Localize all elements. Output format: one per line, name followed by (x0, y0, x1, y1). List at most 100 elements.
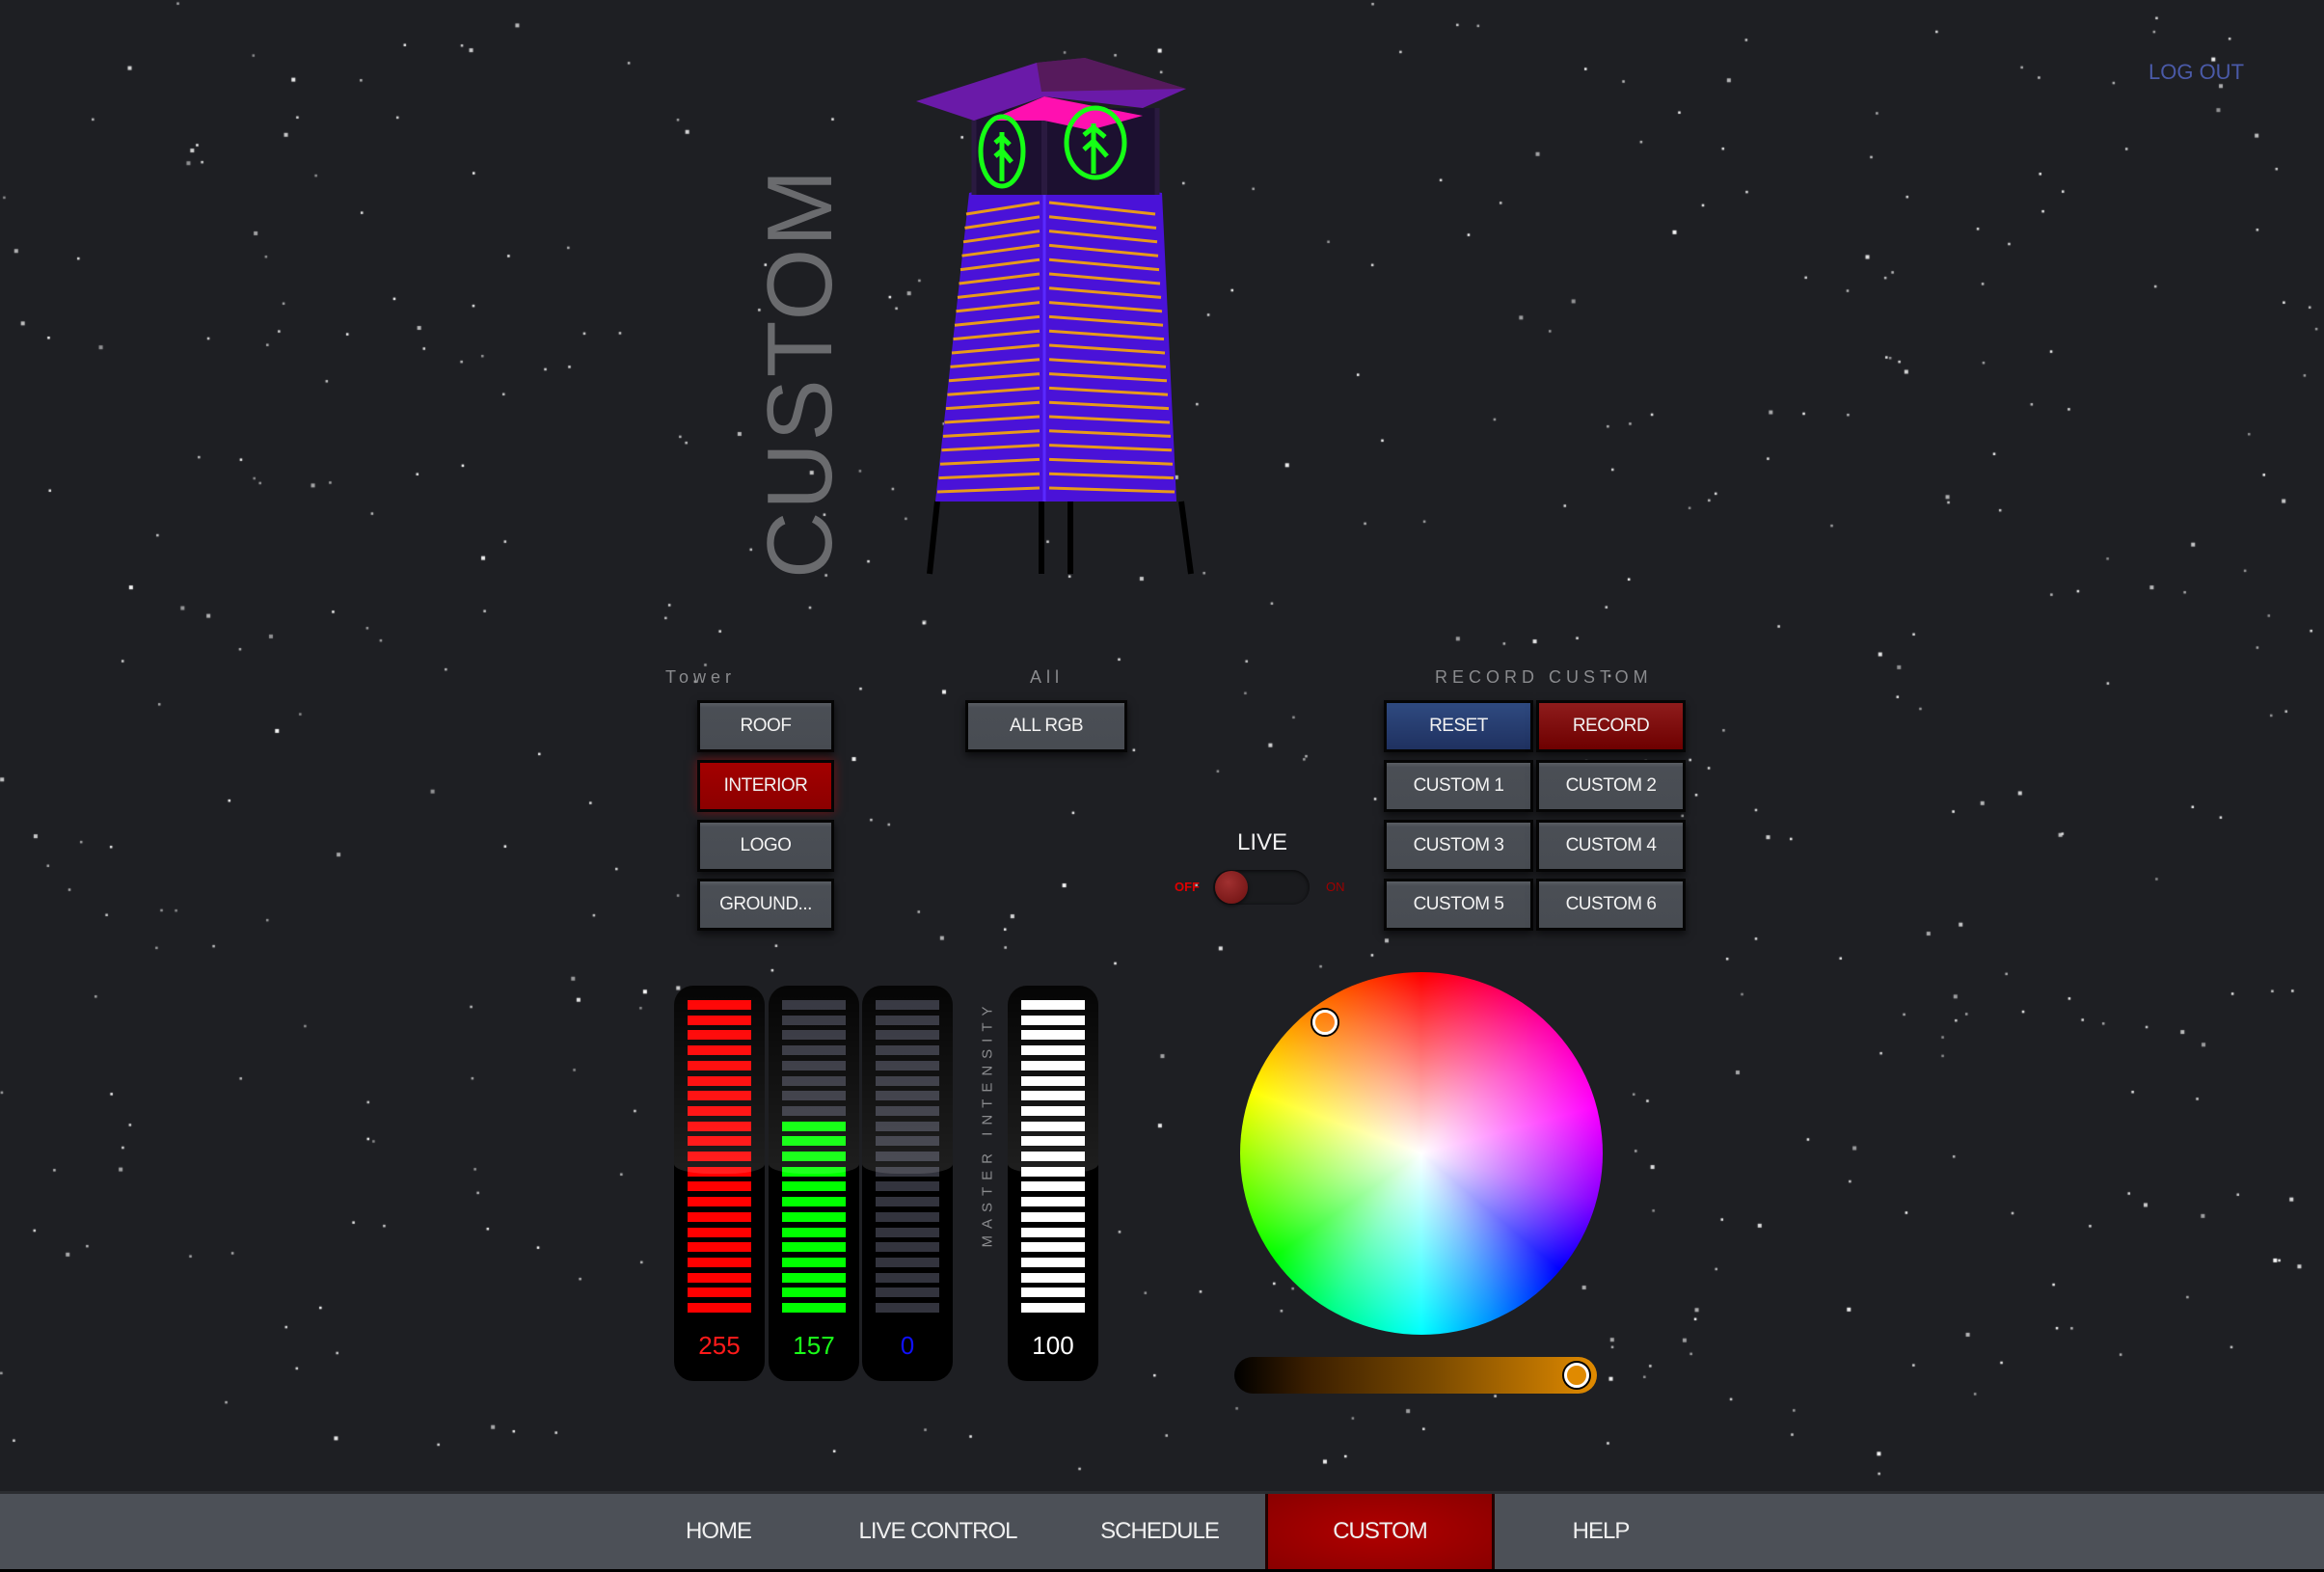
reset-button[interactable]: RESET (1384, 700, 1533, 752)
nav-schedule[interactable]: SCHEDULE (1080, 1494, 1239, 1569)
color-wheel-handle[interactable] (1312, 1010, 1338, 1035)
slider-segment (1021, 1105, 1085, 1116)
live-toggle-knob[interactable] (1215, 871, 1248, 904)
tower-legs (927, 501, 1194, 575)
green-value: 157 (793, 1331, 835, 1360)
green-slider[interactable]: 157 (769, 986, 859, 1381)
custom-1-button[interactable]: CUSTOM 1 (1384, 760, 1533, 812)
slider-segment (782, 1136, 846, 1147)
interior-button[interactable]: INTERIOR (697, 760, 834, 812)
slider-segment (876, 1272, 939, 1283)
slider-segment (782, 1030, 846, 1041)
custom-6-button[interactable]: CUSTOM 6 (1536, 879, 1686, 931)
slider-segment (876, 1091, 939, 1101)
page-title: CUSTOM (748, 167, 851, 579)
brightness-slider[interactable] (1234, 1357, 1597, 1394)
slider-segment (782, 1242, 846, 1253)
slider-segment (782, 1197, 846, 1207)
custom-3-button[interactable]: CUSTOM 3 (1384, 820, 1533, 872)
slider-segment (876, 1000, 939, 1010)
slider-segment (782, 1105, 846, 1116)
slider-segment (688, 1181, 751, 1192)
slider-segment (876, 1181, 939, 1192)
custom-5-button[interactable]: CUSTOM 5 (1384, 879, 1533, 931)
slider-segment (1021, 1287, 1085, 1298)
color-wheel[interactable] (1240, 972, 1603, 1335)
slider-segment (876, 1045, 939, 1056)
slider-segment (1021, 1030, 1085, 1041)
slider-segment (876, 1152, 939, 1161)
custom-4-button[interactable]: CUSTOM 4 (1536, 820, 1686, 872)
slider-segment (876, 1303, 939, 1313)
slider-segment (688, 1136, 751, 1147)
slider-segment (688, 1091, 751, 1101)
bottom-nav: HOME LIVE CONTROL SCHEDULE CUSTOM HELP (0, 1491, 2324, 1572)
slider-segment (688, 1287, 751, 1298)
slider-segment (688, 1242, 751, 1253)
slider-segment (1021, 1121, 1085, 1131)
slider-segment (876, 1105, 939, 1116)
nav-custom[interactable]: CUSTOM (1265, 1494, 1495, 1569)
record-custom-label: RECORD CUSTOM (1435, 667, 1653, 687)
logout-link[interactable]: LOG OUT (2148, 60, 2244, 85)
slider-segment (782, 1000, 846, 1010)
slider-segment (688, 1075, 751, 1086)
slider-segment (1021, 1272, 1085, 1283)
ground-button[interactable]: GROUND... (697, 879, 834, 931)
slider-segment (1021, 1181, 1085, 1192)
slider-segment (688, 1197, 751, 1207)
slider-segment (782, 1152, 846, 1161)
slider-segment (876, 1257, 939, 1267)
slider-segment (1021, 1060, 1085, 1071)
slider-segment (688, 1152, 751, 1161)
slider-segment (1021, 1152, 1085, 1161)
slider-segment (688, 1105, 751, 1116)
tower-illustration (916, 58, 1194, 575)
slider-segment (688, 1045, 751, 1056)
custom-2-button[interactable]: CUSTOM 2 (1536, 760, 1686, 812)
nav-home[interactable]: HOME (646, 1494, 791, 1569)
slider-segment (1021, 1211, 1085, 1222)
slider-segment (876, 1242, 939, 1253)
slider-segment (876, 1015, 939, 1025)
all-group-label: All (1030, 667, 1065, 687)
slider-segment (782, 1015, 846, 1025)
slider-segment (876, 1227, 939, 1237)
master-intensity-label: MASTER INTENSITY (979, 999, 996, 1248)
slider-segment (782, 1060, 846, 1071)
slider-segment (782, 1287, 846, 1298)
nav-live-control[interactable]: LIVE CONTROL (839, 1494, 1037, 1569)
slider-segment (876, 1166, 939, 1177)
slider-segment (782, 1045, 846, 1056)
master-value: 100 (1032, 1331, 1074, 1360)
slider-segment (1021, 1257, 1085, 1267)
slider-segment (1021, 1136, 1085, 1147)
slider-segment (782, 1211, 846, 1222)
master-intensity-slider[interactable]: 100 (1008, 986, 1098, 1381)
red-slider[interactable]: 255 (674, 986, 765, 1381)
live-label: LIVE (1237, 829, 1288, 855)
slider-segment (1021, 1242, 1085, 1253)
logo-button[interactable]: LOGO (697, 820, 834, 872)
all-rgb-button[interactable]: ALL RGB (965, 700, 1127, 752)
slider-segment (1021, 1227, 1085, 1237)
nav-help[interactable]: HELP (1524, 1494, 1678, 1569)
slider-segment (1021, 1303, 1085, 1313)
slider-segment (876, 1287, 939, 1298)
slider-segment (782, 1121, 846, 1131)
slider-segment (688, 1227, 751, 1237)
blue-value: 0 (900, 1331, 915, 1360)
slider-segment (688, 1166, 751, 1177)
slider-segment (876, 1121, 939, 1131)
brightness-slider-handle[interactable] (1564, 1363, 1589, 1388)
slider-segment (782, 1272, 846, 1283)
slider-segment (782, 1166, 846, 1177)
roof-button[interactable]: ROOF (697, 700, 834, 752)
slider-segment (688, 1060, 751, 1071)
record-button[interactable]: RECORD (1536, 700, 1686, 752)
red-value: 255 (698, 1331, 741, 1360)
slider-segment (782, 1075, 846, 1086)
blue-slider[interactable]: 0 (862, 986, 953, 1381)
slider-segment (876, 1030, 939, 1041)
slider-segment (782, 1091, 846, 1101)
